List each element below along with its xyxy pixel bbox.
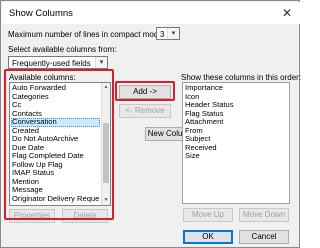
list-item[interactable]: Received [184,144,288,153]
shown-columns-list[interactable]: Importance Icon Header Status Flag Status At… [182,82,290,204]
ok-button[interactable]: OK [183,230,233,244]
shown-columns-label: Show these columns in this order: [181,73,302,82]
list-item[interactable]: Flag Status [184,110,288,119]
move-down-button[interactable]: Move Down [239,208,289,222]
list-item[interactable]: Attachment [184,118,288,127]
source-label: Select available columns from: [8,45,117,54]
list-item[interactable]: Header Status [184,101,288,110]
remove-button[interactable]: <- Remove [119,104,171,118]
list-item[interactable]: From [184,127,288,136]
cancel-button[interactable]: Cancel [239,230,289,244]
highlight-available-box [4,69,114,220]
compact-lines-select[interactable]: 3 ▾ [156,27,180,40]
list-item[interactable]: Importance [184,84,288,93]
dialog-title: Show Columns [9,8,73,19]
list-item[interactable]: Size [184,152,288,161]
list-item[interactable]: Subject [184,135,288,144]
chevron-down-icon[interactable]: ▾ [95,57,107,68]
move-up-button[interactable]: Move Up [183,208,233,222]
chevron-down-icon[interactable]: ▾ [167,28,179,39]
close-icon[interactable]: ✕ [278,5,296,21]
highlight-add-box [115,81,175,101]
column-source-value: Frequently-used fields [12,59,91,68]
shown-items: Importance Icon Header Status Flag Status At… [184,84,288,161]
compact-mode-label: Maximum number of lines in compact mode: [8,30,165,39]
list-item[interactable]: Icon [184,93,288,102]
compact-lines-value: 3 [160,30,165,39]
show-columns-dialog: Show Columns ✕ Maximum number of lines i… [0,0,302,248]
title-bar: Show Columns ✕ [2,2,300,24]
column-source-select[interactable]: Frequently-used fields ▾ [8,56,108,69]
